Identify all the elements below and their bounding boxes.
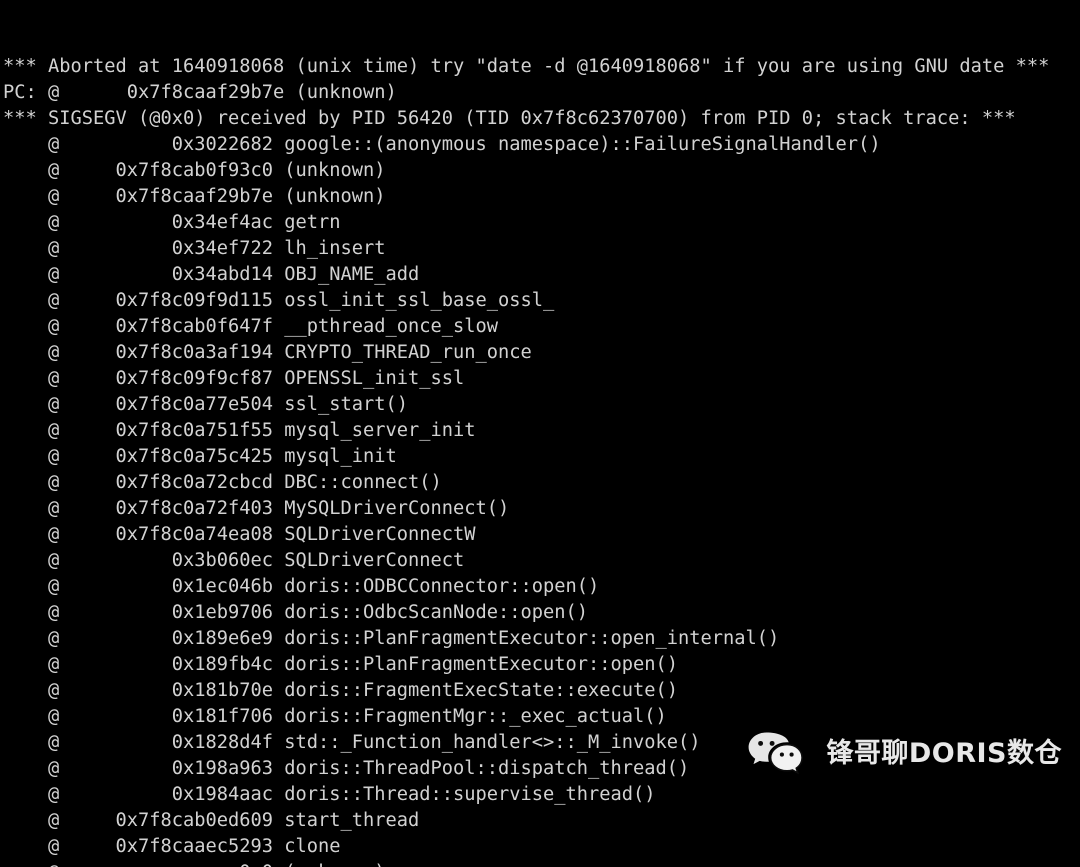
stack-frame-line: @ 0x7f8c0a72f403 MySQLDriverConnect() (3, 498, 510, 519)
stack-frame-line: @ 0x7f8cab0f647f __pthread_once_slow (3, 316, 499, 337)
stack-frame-line: @ 0x7f8c0a74ea08 SQLDriverConnectW (3, 524, 476, 545)
terminal-output: *** Aborted at 1640918068 (unix time) tr… (3, 54, 1080, 867)
stack-frame-line: @ 0x198a963 doris::ThreadPool::dispatch_… (3, 758, 690, 779)
terminal-header-line: *** SIGSEGV (@0x0) received by PID 56420… (3, 108, 1016, 129)
stack-frame-line: @ 0x7f8c0a72cbcd DBC::connect() (3, 472, 442, 493)
stack-frame-line: @ 0x7f8cab0ed609 start_thread (3, 810, 420, 831)
terminal-window[interactable]: *** Aborted at 1640918068 (unix time) tr… (0, 0, 1080, 867)
terminal-header-line: *** Aborted at 1640918068 (unix time) tr… (3, 56, 1050, 77)
stack-frame-line: @ 0x34ef722 lh_insert (3, 238, 386, 259)
stack-frame-line: @ 0x7f8c09f9cf87 OPENSSL_init_ssl (3, 368, 465, 389)
stack-frame-line: @ 0x0 (unknown) (3, 860, 1080, 867)
stack-frame-line: @ 0x7f8c0a3af194 CRYPTO_THREAD_run_once (3, 342, 532, 363)
stack-frame-line: @ 0x7f8c0a75c425 mysql_init (3, 446, 397, 467)
stack-frame-line: @ 0x1984aac doris::Thread::supervise_thr… (3, 784, 656, 805)
stack-frame-line: @ 0x189e6e9 doris::PlanFragmentExecutor:… (3, 628, 780, 649)
stack-frame-line: @ 0x34abd14 OBJ_NAME_add (3, 264, 420, 285)
stack-frame-line: @ 0x7f8c09f9d115 ossl_init_ssl_base_ossl… (3, 290, 555, 311)
stack-frame-line: @ 0x7f8c0a77e504 ssl_start() (3, 394, 409, 415)
stack-frame-line: @ 0x189fb4c doris::PlanFragmentExecutor:… (3, 654, 679, 675)
stack-frame-line: @ 0x7f8caaf29b7e (unknown) (3, 186, 386, 207)
stack-frame-line: @ 0x1828d4f std::_Function_handler<>::_M… (3, 732, 701, 753)
stack-frame-line: @ 0x7f8caaec5293 clone (3, 836, 341, 857)
stack-frame-line: @ 0x7f8c0a751f55 mysql_server_init (3, 420, 476, 441)
stack-frame-line: @ 0x3022682 google::(anonymous namespace… (3, 134, 881, 155)
stack-frame-line: @ 0x34ef4ac getrn (3, 212, 341, 233)
terminal-header-line: PC: @ 0x7f8caaf29b7e (unknown) (3, 82, 397, 103)
stack-frame-line: @ 0x7f8cab0f93c0 (unknown) (3, 160, 386, 181)
stack-frame-line: @ 0x1eb9706 doris::OdbcScanNode::open() (3, 602, 589, 623)
stack-frame-line: @ 0x1ec046b doris::ODBCConnector::open() (3, 576, 600, 597)
stack-frame-line: @ 0x181b70e doris::FragmentExecState::ex… (3, 680, 679, 701)
stack-frame-line: @ 0x181f706 doris::FragmentMgr::_exec_ac… (3, 706, 667, 727)
stack-frame-line: @ 0x3b060ec SQLDriverConnect (3, 550, 465, 571)
